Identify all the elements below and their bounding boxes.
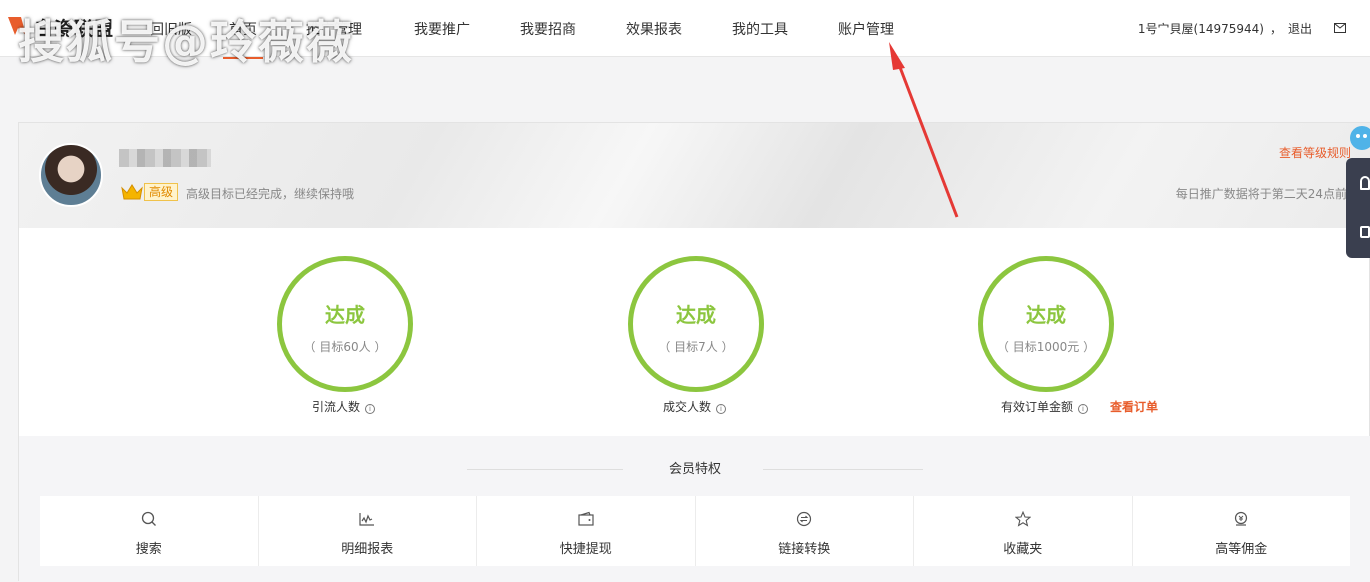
- level-rules-link[interactable]: 查看等级规则: [1279, 144, 1351, 161]
- privilege-search[interactable]: 搜索: [40, 496, 259, 566]
- metric-deals: 达成 （ 目标7人 ）: [628, 256, 764, 392]
- avatar[interactable]: [39, 143, 103, 207]
- privilege-quick-withdraw[interactable]: 快捷提现: [477, 496, 696, 566]
- metric-target: （ 目标60人 ）: [303, 340, 387, 354]
- privilege-detail-report[interactable]: 明细报表: [259, 496, 477, 566]
- nav-tools[interactable]: 我的工具: [732, 19, 788, 39]
- metric-label-text: 引流人数: [312, 400, 361, 414]
- privilege-favorites[interactable]: 收藏夹: [914, 496, 1133, 566]
- info-icon[interactable]: i: [365, 404, 376, 414]
- nav-promote[interactable]: 我要推广: [414, 19, 470, 39]
- metric-label-order-amount: 有效订单金额 i: [1001, 398, 1089, 415]
- level-message: 高级目标已经完成，继续保持哦: [186, 187, 355, 201]
- metric-label-deals: 成交人数 i: [663, 398, 727, 415]
- metric-order-amount: 达成 （ 目标1000元 ）: [978, 256, 1114, 392]
- separator: ，: [1269, 22, 1282, 36]
- info-icon[interactable]: i: [716, 404, 727, 414]
- logout-link[interactable]: 退出: [1288, 22, 1312, 36]
- privilege-label: 高等佣金: [1215, 542, 1268, 557]
- nav-account-manage[interactable]: 账户管理: [838, 19, 894, 39]
- commission-icon: [1235, 511, 1248, 526]
- view-orders-link[interactable]: 查看订单: [1110, 398, 1158, 415]
- account-name: 1号宀貝屋(14975944): [1137, 22, 1264, 36]
- metric-status: 达成: [676, 303, 716, 327]
- privileges-grid: 搜索 明细报表 快捷提现 链接转换 收藏夹 高等佣金: [40, 496, 1350, 566]
- metric-ring: 达成 （ 目标1000元 ）: [978, 256, 1114, 392]
- dashboard-card: 高级 高级目标已经完成，继续保持哦 查看等级规则 每日推广数据将于第二天24点前…: [18, 122, 1370, 582]
- metric-ring: 达成 （ 目标60人 ）: [277, 256, 413, 392]
- star-icon: [1014, 511, 1031, 527]
- metric-label-text: 有效订单金额: [1001, 400, 1074, 414]
- search-icon: [141, 511, 156, 526]
- metric-label-text: 成交人数: [663, 400, 712, 414]
- metric-target: （ 目标1000元 ）: [996, 340, 1096, 354]
- bell-icon[interactable]: [1360, 176, 1370, 190]
- mascot-icon[interactable]: [1348, 124, 1370, 158]
- privilege-label: 快捷提现: [559, 542, 612, 557]
- privilege-label: 链接转换: [778, 542, 831, 557]
- wallet-icon: [578, 511, 594, 526]
- floating-side-panel: [1346, 158, 1370, 258]
- privileges-title: 会员特权: [668, 462, 721, 477]
- privilege-label: 明细报表: [341, 542, 394, 557]
- watermark: 搜狐号@玲薇薇: [18, 15, 354, 69]
- privilege-label: 收藏夹: [1003, 542, 1043, 557]
- nav-reports[interactable]: 效果报表: [626, 19, 682, 39]
- update-note: 每日推广数据将于第二天24点前更新: [1175, 187, 1370, 201]
- info-icon[interactable]: i: [1078, 404, 1089, 414]
- profile-banner: 高级 高级目标已经完成，继续保持哦 查看等级规则 每日推广数据将于第二天24点前…: [19, 123, 1370, 228]
- metric-ring: 达成 （ 目标7人 ）: [628, 256, 764, 392]
- convert-icon: [797, 511, 812, 527]
- user-area: 1号宀貝屋(14975944) ， 退出: [1138, 20, 1312, 37]
- metric-target: （ 目标7人 ）: [658, 340, 734, 354]
- metric-label-traffic: 引流人数 i: [312, 398, 376, 415]
- level-badge: 高级: [144, 183, 179, 201]
- chat-icon[interactable]: [1360, 226, 1370, 238]
- mail-icon[interactable]: [1334, 23, 1346, 33]
- privilege-high-commission[interactable]: 高等佣金: [1133, 496, 1351, 566]
- metric-traffic: 达成 （ 目标60人 ）: [277, 256, 413, 392]
- chart-icon: [359, 513, 375, 526]
- metric-status: 达成: [1026, 303, 1066, 327]
- username-blurred: [119, 149, 211, 167]
- privilege-link-convert[interactable]: 链接转换: [696, 496, 914, 566]
- crown-icon: [121, 184, 143, 200]
- metric-status: 达成: [325, 303, 365, 327]
- privilege-label: 搜索: [135, 542, 162, 557]
- divider-line: [763, 469, 923, 470]
- member-privileges: 会员特权 搜索 明细报表 快捷提现 链接转换 收藏夹 高等佣金: [19, 436, 1370, 582]
- nav-merchant-recruit[interactable]: 我要招商: [520, 19, 576, 39]
